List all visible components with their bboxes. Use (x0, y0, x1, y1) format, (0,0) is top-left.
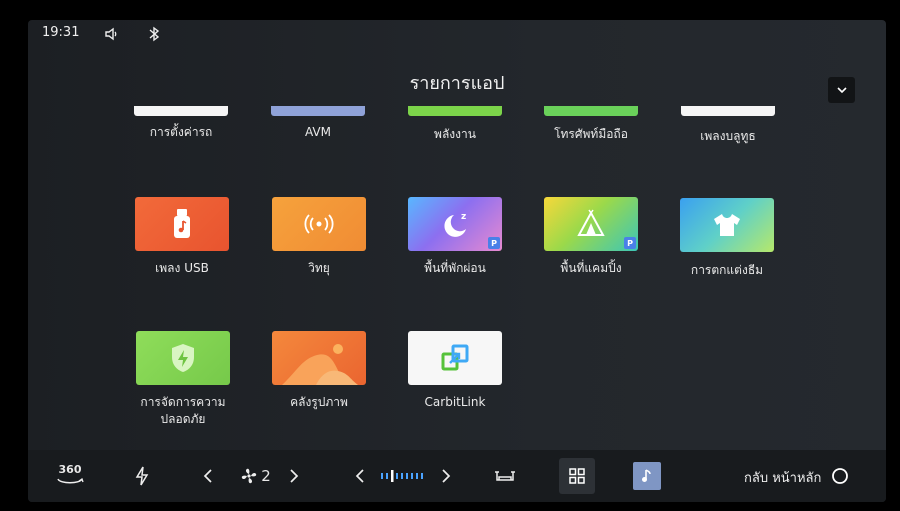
seat-button[interactable] (492, 460, 518, 492)
fan-decrease-button[interactable] (198, 460, 218, 492)
app-tile-gallery[interactable] (272, 331, 366, 385)
app-tile-car-settings[interactable] (134, 106, 228, 116)
seat-icon (495, 471, 515, 481)
parking-badge: P (488, 237, 500, 249)
bluetooth-icon[interactable] (144, 24, 164, 44)
shield-bolt-icon (172, 344, 194, 372)
fan-icon (242, 468, 257, 484)
view-360-icon: 360 (55, 463, 85, 489)
fan-increase-button[interactable] (284, 460, 304, 492)
app-label[interactable]: พื้นที่แคมปิ้ง (526, 260, 656, 277)
temperature-scale-icon (381, 470, 423, 482)
chevron-down-icon (836, 87, 847, 94)
app-tile-phone[interactable] (544, 106, 638, 116)
fan-speed-value: 2 (261, 467, 271, 485)
app-label[interactable]: เพลง USB (117, 260, 247, 277)
chevron-right-icon (290, 469, 299, 483)
carbitlink-icon (441, 344, 469, 371)
app-label[interactable]: การตั้งค่ารถ (116, 124, 246, 141)
home-label[interactable]: กลับ หน้าหลัก (744, 467, 821, 488)
app-tile-energy[interactable] (408, 106, 502, 116)
energy-bolt-button[interactable] (130, 460, 154, 492)
temp-increase-button[interactable] (436, 460, 456, 492)
view-360-label: 360 (58, 463, 82, 476)
radio-icon (304, 214, 334, 234)
home-circle-icon (832, 468, 848, 484)
app-tile-usb-music[interactable] (135, 197, 229, 251)
parking-badge: P (624, 237, 636, 249)
tshirt-icon (714, 214, 740, 236)
collapse-button[interactable] (828, 77, 855, 103)
chevron-left-icon (355, 469, 364, 483)
temperature-slider[interactable] (378, 460, 426, 492)
bottom-dock: 360 2 กลับ หน้าหลัก (28, 450, 886, 502)
bolt-icon (135, 466, 149, 486)
clock: 19:31 (42, 25, 80, 40)
app-tile-carbitlink[interactable] (408, 331, 502, 385)
tent-icon (577, 209, 605, 236)
screen: 19:31 รายการแอป การตั้งค่ารถ AVM พลังงาน… (28, 20, 886, 502)
chevron-left-icon (203, 469, 212, 483)
app-tile-security[interactable] (136, 331, 230, 385)
app-label[interactable]: การตกแต่งธีม (662, 262, 792, 279)
app-tile-theme[interactable] (680, 198, 774, 252)
app-tile-radio[interactable] (272, 197, 366, 251)
app-label[interactable]: คลังรูปภาพ (254, 394, 384, 411)
music-note-icon (642, 469, 651, 482)
app-tile-camping-zone[interactable]: P (544, 197, 638, 251)
app-label[interactable]: โทรศัพท์มือถือ (526, 126, 656, 143)
music-button[interactable] (633, 462, 661, 490)
app-label[interactable]: วิทยุ (254, 260, 384, 277)
app-label[interactable]: การจัดการความ ปลอดภัย (118, 394, 248, 428)
app-tile-avm[interactable] (271, 106, 365, 116)
volume-low-icon[interactable] (102, 24, 122, 44)
svg-text:z: z (461, 212, 466, 222)
fan-speed-indicator: 2 (236, 460, 276, 492)
app-list-button[interactable] (559, 458, 595, 494)
app-tile-bt-music[interactable] (681, 106, 775, 116)
app-label[interactable]: CarbitLink (390, 394, 520, 411)
temp-decrease-button[interactable] (350, 460, 370, 492)
chevron-right-icon (442, 469, 451, 483)
usb-music-icon (174, 209, 190, 238)
page-title: รายการแอป (409, 73, 505, 94)
app-label-line: การจัดการความ (140, 395, 226, 409)
view-360-button[interactable]: 360 (52, 460, 88, 492)
moon-icon: z (444, 212, 466, 237)
home-button[interactable] (828, 460, 852, 492)
app-label[interactable]: พื้นที่พักผ่อน (390, 260, 520, 277)
gallery-icon (282, 344, 358, 385)
app-label[interactable]: พลังงาน (390, 126, 520, 143)
app-label-line: ปลอดภัย (160, 412, 206, 426)
grid-icon (569, 468, 585, 484)
app-tile-rest-zone[interactable]: z P (408, 197, 502, 251)
app-label[interactable]: AVM (253, 124, 383, 141)
status-bar: 19:31 (28, 20, 886, 48)
app-label[interactable]: เพลงบลูทูธ (663, 128, 793, 145)
